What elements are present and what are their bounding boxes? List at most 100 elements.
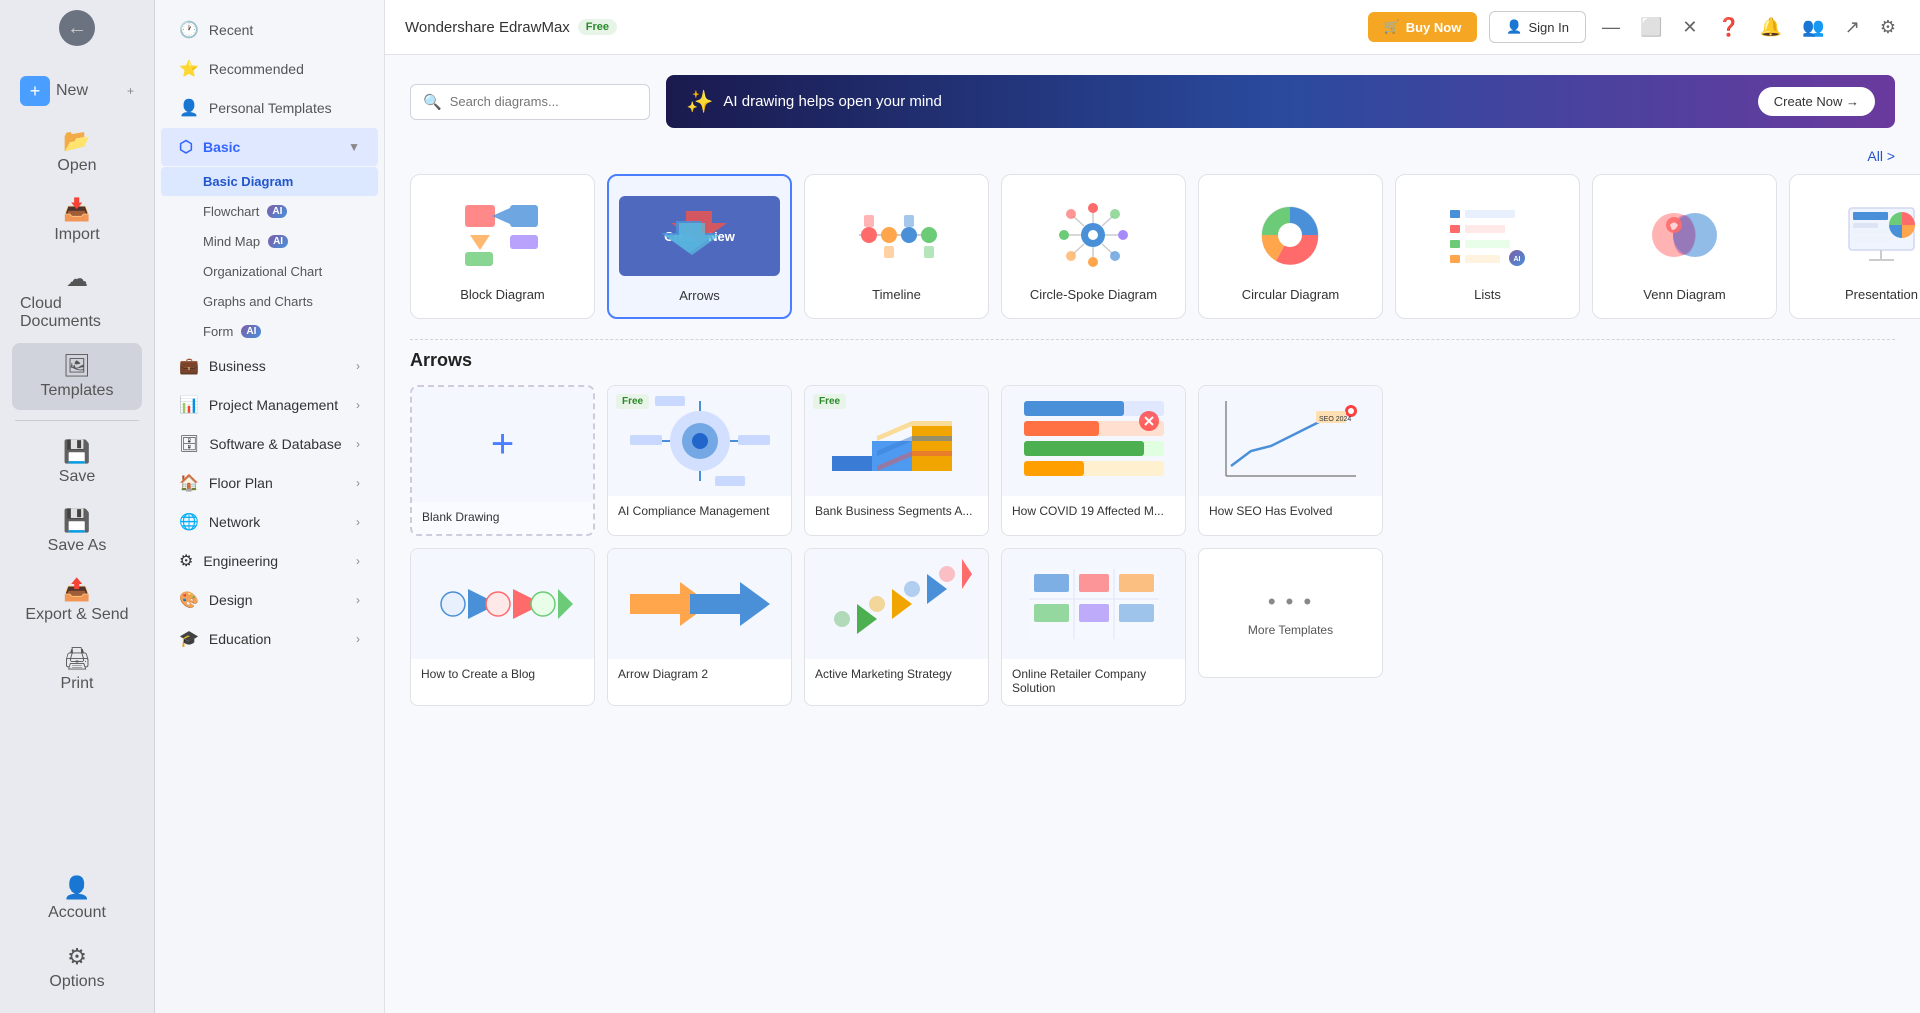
sidebar-item-templates[interactable]: 🖼 Templates	[12, 343, 142, 410]
flowchart-ai-badge: AI	[267, 205, 287, 218]
sidebar-item-save[interactable]: 💾 Save	[12, 429, 142, 496]
sidebar-item-options[interactable]: ⚙ Options	[12, 934, 142, 1001]
template-arrow2[interactable]: Arrow Diagram 2	[607, 548, 792, 706]
recent-icon: 🕐	[179, 20, 199, 40]
nav-sub-form[interactable]: Form AI	[161, 317, 378, 346]
icon-sidebar-bottom: 👤 Account ⚙ Options	[0, 865, 154, 1013]
nav-category-basic[interactable]: ⬡ Basic ▼	[161, 128, 378, 166]
flowchart-label: Flowchart	[203, 204, 259, 219]
sidebar-item-print[interactable]: 🖨 Print	[12, 636, 142, 703]
personal-label: Personal Templates	[209, 100, 332, 116]
basic-diagram-label: Basic Diagram	[203, 174, 293, 189]
business-chevron-icon: ›	[356, 359, 360, 373]
diagram-card-presentation[interactable]: Presentation	[1789, 174, 1920, 319]
search-icon: 🔍	[423, 93, 442, 111]
import-icon: 📥	[63, 197, 90, 223]
settings-button[interactable]: ⚙	[1876, 13, 1900, 42]
nav-item-personal[interactable]: 👤 Personal Templates	[161, 89, 378, 127]
create-now-button[interactable]: Create Now →	[1758, 87, 1875, 116]
template-blog[interactable]: How to Create a Blog	[410, 548, 595, 706]
orgchart-label: Organizational Chart	[203, 264, 322, 279]
template-blank-drawing[interactable]: + Blank Drawing	[410, 385, 595, 536]
nav-category-engineering[interactable]: ⚙ Engineering ›	[161, 542, 378, 580]
more-templates-label: More Templates	[1248, 623, 1333, 637]
close-button[interactable]: ✕	[1678, 13, 1701, 42]
search-banner-row: 🔍 ✨ AI drawing helps open your mind Crea…	[410, 75, 1895, 128]
diagram-card-timeline[interactable]: Timeline	[804, 174, 989, 319]
nav-category-floor[interactable]: 🏠 Floor Plan ›	[161, 464, 378, 502]
content-body: 🔍 ✨ AI drawing helps open your mind Crea…	[385, 55, 1920, 1013]
nav-category-network[interactable]: 🌐 Network ›	[161, 503, 378, 541]
template-more[interactable]: • • • More Templates	[1198, 548, 1383, 678]
diagram-card-circle-spoke[interactable]: Circle-Spoke Diagram	[1001, 174, 1186, 319]
all-link[interactable]: All >	[1867, 148, 1895, 164]
nav-category-business[interactable]: 💼 Business ›	[161, 347, 378, 385]
print-icon: 🖨	[63, 646, 91, 672]
venn-label: Venn Diagram	[1643, 287, 1725, 302]
template-covid[interactable]: How COVID 19 Affected M...	[1001, 385, 1186, 536]
saveas-label: Save As	[48, 537, 107, 555]
cloud-label: Cloud Documents	[20, 295, 134, 331]
templates-icon: 🖼	[63, 353, 91, 379]
help-button[interactable]: ❓	[1714, 13, 1744, 42]
template-retailer[interactable]: Online Retailer Company Solution	[1001, 548, 1186, 706]
maximize-button[interactable]: ⬜	[1636, 13, 1666, 42]
nav-category-project[interactable]: 📊 Project Management ›	[161, 386, 378, 424]
search-box[interactable]: 🔍	[410, 84, 650, 120]
sidebar-item-saveas[interactable]: 💾 Save As	[12, 498, 142, 565]
new-label: New	[56, 82, 88, 100]
sidebar-item-account[interactable]: 👤 Account	[12, 865, 142, 932]
form-ai-badge: AI	[241, 325, 261, 338]
network-label: Network	[209, 514, 260, 530]
diagram-card-block[interactable]: Block Diagram	[410, 174, 595, 319]
share-button[interactable]: ↗	[1841, 13, 1864, 42]
template-bank-segments[interactable]: Free Bank Business Segments A...	[804, 385, 989, 536]
mindmap-ai-badge: AI	[268, 235, 288, 248]
minimize-button[interactable]: —	[1598, 13, 1624, 42]
buy-now-button[interactable]: 🛒 Buy Now	[1368, 12, 1478, 42]
new-chevron-icon: +	[127, 84, 134, 98]
diagram-card-venn[interactable]: Venn Diagram	[1592, 174, 1777, 319]
project-chevron-icon: ›	[356, 398, 360, 412]
nav-sub-flowchart[interactable]: Flowchart AI	[161, 197, 378, 226]
nav-sub-orgchart[interactable]: Organizational Chart	[161, 257, 378, 286]
community-button[interactable]: 👥	[1798, 13, 1828, 42]
search-input[interactable]	[450, 94, 637, 109]
diagram-card-arrows[interactable]: Create New Arrows	[607, 174, 792, 319]
nav-sub-basic-diagram[interactable]: Basic Diagram	[161, 167, 378, 196]
nav-item-recent[interactable]: 🕐 Recent	[161, 11, 378, 49]
nav-panel: 🕐 Recent ⭐ Recommended 👤 Personal Templa…	[155, 0, 385, 1013]
diagram-card-lists[interactable]: AI Lists	[1395, 174, 1580, 319]
nav-item-recommended[interactable]: ⭐ Recommended	[161, 50, 378, 88]
diagram-card-circular[interactable]: Circular Diagram	[1198, 174, 1383, 319]
svg-text:SEO 2024: SEO 2024	[1319, 416, 1351, 423]
sidebar-item-cloud[interactable]: ☁ Cloud Documents	[12, 256, 142, 341]
sidebar-item-new[interactable]: + New +	[12, 66, 142, 116]
sidebar-item-import[interactable]: 📥 Import	[12, 187, 142, 254]
network-chevron-icon: ›	[356, 515, 360, 529]
recommended-icon: ⭐	[179, 59, 199, 79]
ai-banner-icon: ✨	[686, 89, 713, 115]
nav-sub-mindmap[interactable]: Mind Map AI	[161, 227, 378, 256]
print-label: Print	[61, 675, 94, 693]
presentation-label: Presentation	[1845, 287, 1918, 302]
arrow2-label: Arrow Diagram 2	[618, 667, 781, 681]
sidebar-item-open[interactable]: 📂 Open	[12, 118, 142, 185]
block-diagram-label: Block Diagram	[460, 287, 545, 302]
template-marketing[interactable]: Active Marketing Strategy	[804, 548, 989, 706]
floor-label: Floor Plan	[209, 475, 273, 491]
template-ai-compliance[interactable]: Free AI	[607, 385, 792, 536]
account-label: Account	[48, 904, 106, 922]
nav-sub-graphs[interactable]: Graphs and Charts	[161, 287, 378, 316]
nav-category-software[interactable]: 🗄 Software & Database ›	[161, 425, 378, 463]
notification-button[interactable]: 🔔	[1756, 13, 1786, 42]
software-icon: 🗄	[179, 434, 199, 454]
sign-in-button[interactable]: 👤 Sign In	[1489, 11, 1586, 43]
nav-category-design[interactable]: 🎨 Design ›	[161, 581, 378, 619]
nav-category-education[interactable]: 🎓 Education ›	[161, 620, 378, 658]
circular-label: Circular Diagram	[1242, 287, 1340, 302]
sidebar-item-export[interactable]: 📤 Export & Send	[12, 567, 142, 634]
template-seo[interactable]: SEO 2024 How SEO Has Evolved	[1198, 385, 1383, 536]
import-label: Import	[54, 226, 99, 244]
mindmap-label: Mind Map	[203, 234, 260, 249]
